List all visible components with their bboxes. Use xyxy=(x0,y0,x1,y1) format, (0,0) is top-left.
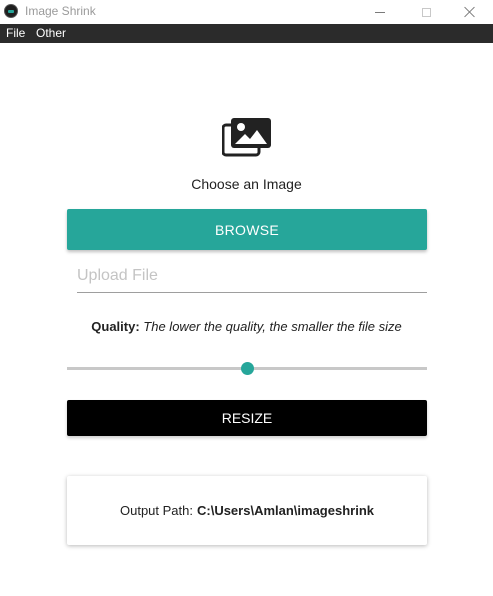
quality-hint: The lower the quality, the smaller the f… xyxy=(143,319,402,334)
app-icon xyxy=(4,4,18,18)
menu-bar: File Other xyxy=(0,24,493,43)
slider-thumb[interactable] xyxy=(241,362,254,375)
maximize-button[interactable] xyxy=(403,0,449,24)
output-path-label: Output Path: xyxy=(119,503,193,518)
menu-other[interactable]: Other xyxy=(36,26,66,40)
minimize-button[interactable] xyxy=(357,0,403,24)
quality-slider[interactable] xyxy=(67,360,427,378)
browse-button[interactable]: BROWSE xyxy=(67,209,427,250)
quality-description: Quality: The lower the quality, the smal… xyxy=(0,319,493,334)
title-bar: Image Shrink xyxy=(0,0,493,24)
close-button[interactable] xyxy=(447,0,493,24)
resize-button[interactable]: RESIZE xyxy=(67,400,427,436)
maximize-icon xyxy=(421,7,431,17)
close-icon xyxy=(464,6,476,18)
images-icon xyxy=(222,118,271,157)
minimize-icon xyxy=(375,11,385,13)
upload-file-field[interactable] xyxy=(77,260,427,293)
quality-label: Quality: xyxy=(91,319,140,334)
output-path-card: Output Path: C:\Users\Amlan\imageshrink xyxy=(67,476,427,545)
choose-image-label: Choose an Image xyxy=(191,176,302,192)
menu-file[interactable]: File xyxy=(6,26,25,40)
window-title: Image Shrink xyxy=(25,4,96,18)
output-path-value: C:\Users\Amlan\imageshrink xyxy=(196,503,374,518)
